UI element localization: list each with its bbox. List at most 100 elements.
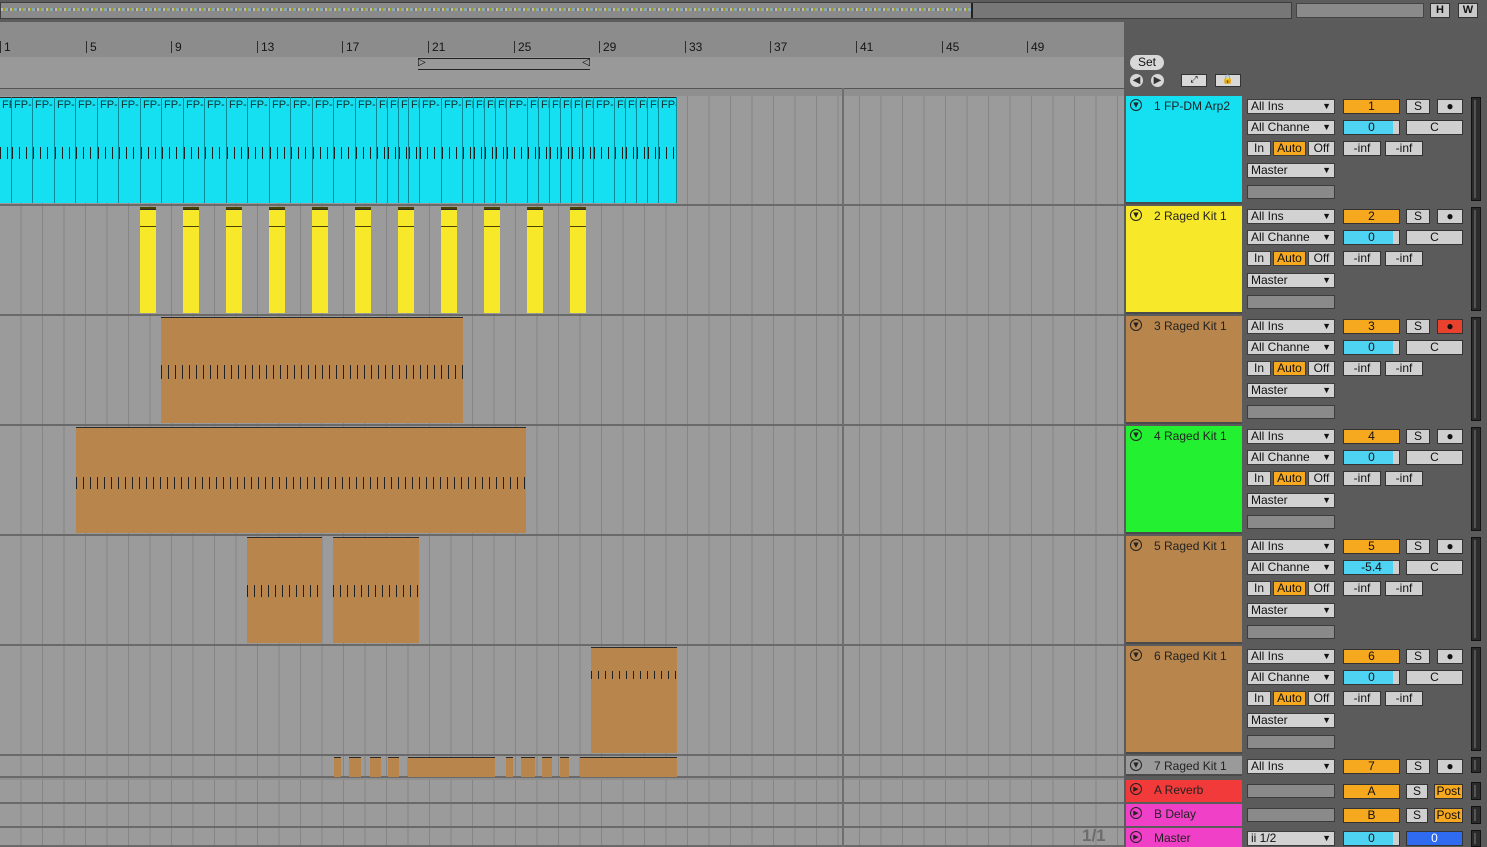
arrangement-clip[interactable]: FP-	[388, 97, 399, 203]
track-name[interactable]: 1 FP-DM Arp2	[1154, 99, 1230, 113]
output-dropdown[interactable]: Master ▼	[1247, 603, 1335, 618]
loop-bar[interactable]: ▷ ◁	[0, 57, 1124, 89]
arrangement-clip[interactable]: FP-	[485, 97, 496, 203]
arrangement-clip[interactable]: FP-	[463, 97, 474, 203]
arrangement-clip[interactable]	[591, 647, 677, 753]
volume-field[interactable]: 0	[1343, 120, 1400, 135]
arrangement-clip[interactable]	[226, 207, 242, 313]
pan-field[interactable]: C	[1406, 670, 1463, 685]
arrangement-clip[interactable]: FP-	[119, 97, 141, 203]
track-lane[interactable]	[0, 804, 1124, 828]
send-b-field[interactable]: -inf	[1385, 251, 1423, 266]
dropdown-arrow-icon[interactable]: ▼	[1322, 384, 1331, 397]
arrangement-clip[interactable]	[140, 207, 156, 313]
arrangement-clip[interactable]: FP-	[55, 97, 76, 203]
send-a-field[interactable]: -inf	[1343, 141, 1381, 156]
arrangement-clip[interactable]	[560, 757, 569, 777]
arrangement-clip[interactable]: FP-	[141, 97, 162, 203]
return-output-field[interactable]	[1247, 784, 1335, 798]
arrangement-clip[interactable]	[521, 757, 535, 777]
dropdown-arrow-icon[interactable]: ▼	[1322, 320, 1331, 333]
arrangement-clip[interactable]	[355, 207, 371, 313]
arrangement-clip[interactable]: FP-	[572, 97, 583, 203]
arrangement-clip[interactable]	[398, 207, 414, 313]
track-header[interactable]: ▼ 2 Raged Kit 1	[1126, 206, 1242, 314]
output-dropdown[interactable]: Master ▼	[1247, 713, 1335, 728]
arrangement-clip[interactable]	[247, 537, 322, 643]
arrangement-clip[interactable]: FP-	[313, 97, 334, 203]
dropdown-arrow-icon[interactable]: ▼	[1322, 231, 1331, 244]
solo-button[interactable]: S	[1406, 99, 1430, 114]
output-channel-field[interactable]	[1247, 735, 1335, 749]
arrangement-clip[interactable]	[312, 207, 328, 313]
monitor-off-button[interactable]: Off	[1308, 691, 1335, 706]
arrangement-clip[interactable]	[542, 757, 552, 777]
monitor-in-button[interactable]: In	[1247, 361, 1271, 376]
arrangement-clip[interactable]: FP-	[648, 97, 659, 203]
output-channel-field[interactable]	[1247, 295, 1335, 309]
output-channel-field[interactable]	[1247, 405, 1335, 419]
input-type-dropdown[interactable]: All Ins ▼	[1247, 539, 1335, 554]
dropdown-arrow-icon[interactable]: ▼	[1322, 430, 1331, 443]
monitor-auto-button[interactable]: Auto	[1273, 251, 1306, 266]
input-channel-dropdown[interactable]: All Channe ▼	[1247, 340, 1335, 355]
track-lane[interactable]	[0, 206, 1124, 316]
arrangement-clip[interactable]	[183, 207, 199, 313]
arrangement-clip[interactable]: FP-	[659, 97, 677, 203]
solo-button[interactable]: S	[1406, 808, 1428, 823]
monitor-off-button[interactable]: Off	[1308, 141, 1335, 156]
arrangement-clip[interactable]: FP-	[377, 97, 388, 203]
input-channel-dropdown[interactable]: All Channe ▼	[1247, 450, 1335, 465]
post-button[interactable]: Post	[1434, 784, 1463, 799]
arrangement-lanes[interactable]: FP-FP-FP-FP-FP-FP-FP-FP-FP-FP-FP-FP-FP-F…	[0, 88, 1124, 847]
track-header[interactable]: ▼ 3 Raged Kit 1	[1126, 316, 1242, 424]
track-name[interactable]: 7 Raged Kit 1	[1154, 759, 1227, 773]
output-dropdown[interactable]: Master ▼	[1247, 383, 1335, 398]
send-b-field[interactable]: -inf	[1385, 471, 1423, 486]
master-output-dropdown[interactable]: ii 1/2 ▼	[1247, 831, 1335, 846]
post-button[interactable]: Post	[1434, 808, 1463, 823]
arrangement-clip[interactable]: FP-	[409, 97, 420, 203]
fold-arrow-icon[interactable]: ▼	[1130, 759, 1142, 771]
track-lane[interactable]	[0, 536, 1124, 646]
cue-volume-field[interactable]: 0	[1406, 831, 1463, 846]
track-header[interactable]: ▼ 7 Raged Kit 1	[1126, 756, 1242, 776]
lock-icon[interactable]: 🔒	[1215, 74, 1241, 87]
dropdown-arrow-icon[interactable]: ▼	[1322, 341, 1331, 354]
track-activator-button[interactable]: 1	[1343, 99, 1400, 114]
dropdown-arrow-icon[interactable]: ▼	[1322, 561, 1331, 574]
dropdown-arrow-icon[interactable]: ▼	[1322, 604, 1331, 617]
fold-arrow-icon[interactable]: ▶	[1130, 783, 1142, 795]
loop-end-marker-icon[interactable]: ◁	[582, 57, 590, 68]
arrangement-clip[interactable]: FP-	[561, 97, 572, 203]
send-b-field[interactable]: -inf	[1385, 361, 1423, 376]
dropdown-arrow-icon[interactable]: ▼	[1322, 494, 1331, 507]
volume-field[interactable]: 0	[1343, 340, 1400, 355]
loop-brace[interactable]: ▷ ◁	[418, 57, 590, 70]
arrangement-overview[interactable]	[0, 2, 1292, 19]
arrangement-clip[interactable]: FP-	[334, 97, 356, 203]
volume-field[interactable]: 0	[1343, 230, 1400, 245]
monitor-auto-button[interactable]: Auto	[1273, 581, 1306, 596]
fold-arrow-icon[interactable]: ▼	[1130, 319, 1142, 331]
input-channel-dropdown[interactable]: All Channe ▼	[1247, 670, 1335, 685]
arm-record-icon[interactable]: ●	[1437, 319, 1463, 334]
arrangement-clip[interactable]: FP-	[98, 97, 119, 203]
output-dropdown[interactable]: Master ▼	[1247, 273, 1335, 288]
monitor-off-button[interactable]: Off	[1308, 361, 1335, 376]
arrangement-clip[interactable]: FP-	[496, 97, 507, 203]
master-track-name[interactable]: Master	[1154, 831, 1191, 845]
track-header[interactable]: ▼ 4 Raged Kit 1	[1126, 426, 1242, 534]
loop-start-marker-icon[interactable]: ▷	[418, 57, 426, 68]
track-activator-button[interactable]: 6	[1343, 649, 1400, 664]
solo-button[interactable]: S	[1406, 209, 1430, 224]
arrangement-clip[interactable]: FP-	[248, 97, 270, 203]
arrangement-clip[interactable]: FP-	[162, 97, 184, 203]
track-header[interactable]: ▼ 1 FP-DM Arp2	[1126, 96, 1242, 204]
arm-record-icon[interactable]: ●	[1437, 429, 1463, 444]
track-header[interactable]: ▼ 6 Raged Kit 1	[1126, 646, 1242, 754]
arrangement-clip[interactable]: FP-	[0, 97, 12, 203]
volume-field[interactable]: 0	[1343, 670, 1400, 685]
fold-arrow-icon[interactable]: ▼	[1130, 649, 1142, 661]
arrangement-clip[interactable]	[370, 757, 381, 777]
